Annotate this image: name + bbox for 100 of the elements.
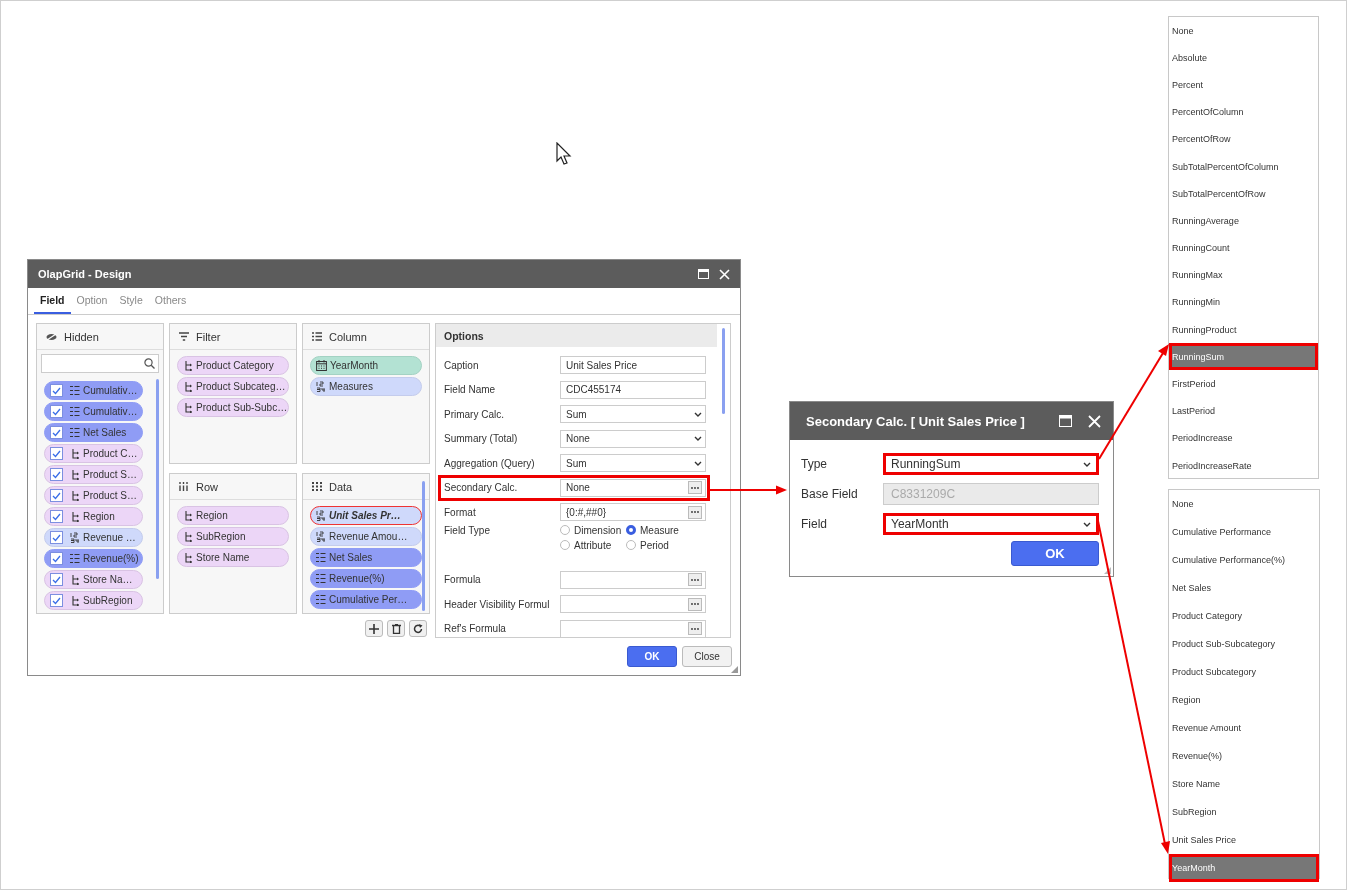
list-item[interactable]: Revenue(%) [1169,742,1319,770]
checkbox[interactable] [50,384,63,397]
field-chip[interactable]: SubRegion [177,527,289,546]
close-button[interactable]: Close [682,646,732,667]
checkbox[interactable] [50,552,63,565]
checkbox[interactable] [50,573,63,586]
list-item[interactable]: Product Category [1169,602,1319,630]
list-item[interactable]: Unit Sales Price [1169,826,1319,854]
field-chip[interactable]: Product S… [44,465,143,484]
radio-option[interactable]: Attribute [560,539,626,551]
picker-field[interactable]: {0:#,##0} [560,503,706,522]
scrollbar[interactable] [156,379,159,579]
checkbox[interactable] [50,531,63,544]
tab[interactable]: Others [148,288,193,314]
list-item[interactable]: Cumulative Performance(%) [1169,546,1319,574]
radio-button[interactable] [626,540,636,550]
field-chip[interactable]: Revenue(%) [310,569,422,588]
radio-button[interactable] [560,540,570,550]
field-chip[interactable]: Store Name [177,548,289,567]
dropdown[interactable]: RunningSum [883,453,1099,475]
close-icon[interactable] [719,268,730,280]
checkbox[interactable] [50,594,63,607]
picker-field[interactable]: None [560,478,706,497]
field-chip[interactable]: Measures [310,377,422,396]
text-field[interactable]: CDC455174 [560,380,706,399]
list-item[interactable]: PercentOfRow [1169,125,1318,153]
field-chip[interactable]: Product Category [177,356,289,375]
list-item[interactable]: FirstPeriod [1169,370,1318,398]
checkbox[interactable] [50,468,63,481]
dropdown[interactable]: Sum [560,405,706,424]
field-chip[interactable]: Revenue … [44,528,143,547]
list-item[interactable]: Percent [1169,71,1318,99]
field-chip[interactable]: Cumulative Per… [310,590,422,609]
tab[interactable]: Option [70,288,114,314]
checkbox[interactable] [50,489,63,502]
list-item[interactable]: Net Sales [1169,574,1319,602]
list-item[interactable]: Absolute [1169,44,1318,72]
list-item[interactable]: RunningCount [1169,234,1318,262]
field-chip[interactable]: Unit Sales Pr… [310,506,422,525]
list-item[interactable]: PercentOfColumn [1169,98,1318,126]
field-chip[interactable]: Cumulativ… [44,381,143,400]
refresh-button[interactable] [409,620,427,637]
field-chip[interactable]: Net Sales [310,548,422,567]
list-item[interactable]: RunningMin [1169,288,1318,317]
search-field[interactable] [41,354,159,373]
list-item[interactable]: RunningMax [1169,261,1318,289]
picker-field[interactable] [560,570,706,589]
list-item[interactable]: SubRegion [1169,798,1319,826]
picker-field[interactable] [560,619,706,637]
list-item[interactable]: Product Sub-Subcategory [1169,630,1319,658]
list-item[interactable]: Product Subcategory [1169,658,1319,686]
list-item[interactable]: Revenue Amount [1169,714,1319,742]
field-chip[interactable]: YearMonth [310,356,422,375]
resize-grip-icon[interactable] [1104,567,1111,574]
list-item[interactable]: None [1169,17,1318,45]
checkbox[interactable] [50,510,63,523]
field-chip[interactable]: Product S… [44,486,143,505]
list-item[interactable]: PeriodIncreaseRate [1169,452,1318,480]
resize-grip-icon[interactable] [731,666,738,673]
field-chip[interactable]: Product C… [44,444,143,463]
field-chip[interactable]: Store Na… [44,570,143,589]
maximize-icon[interactable] [698,269,709,279]
list-item[interactable]: PeriodIncrease [1169,424,1318,452]
text-field[interactable]: Unit Sales Price [560,356,706,375]
field-chip[interactable]: Net Sales [44,423,143,442]
list-item[interactable]: SubTotalPercentOfRow [1169,180,1318,208]
radio-button[interactable] [560,525,570,535]
list-item[interactable]: YearMonth [1169,854,1319,882]
ok-button[interactable]: OK [1011,541,1099,566]
dropdown[interactable]: YearMonth [883,513,1099,535]
list-item[interactable]: RunningProduct [1169,316,1318,344]
radio-option[interactable]: Dimension [560,524,626,536]
delete-button[interactable] [387,620,405,637]
ellipsis-button[interactable] [688,597,702,611]
checkbox[interactable] [50,405,63,418]
ellipsis-button[interactable] [688,505,702,519]
field-chip[interactable]: Region [177,506,289,525]
field-chip[interactable]: Region [44,507,143,526]
radio-button[interactable] [626,525,636,535]
dropdown[interactable]: Sum [560,454,706,473]
list-item[interactable]: RunningAverage [1169,207,1318,235]
tab[interactable]: Field [34,288,71,314]
dropdown[interactable]: None [560,429,706,448]
field-chip[interactable]: Revenue Amou… [310,527,422,546]
add-button[interactable] [365,620,383,637]
list-item[interactable]: Region [1169,686,1319,714]
field-chip[interactable]: Cumulativ… [44,402,143,421]
field-chip[interactable]: SubRegion [44,591,143,610]
checkbox[interactable] [50,426,63,439]
ellipsis-button[interactable] [688,573,702,587]
list-item[interactable]: SubTotalPercentOfColumn [1169,152,1318,181]
list-item[interactable]: RunningSum [1169,343,1318,371]
ellipsis-button[interactable] [688,622,702,636]
field-chip[interactable]: Product Subcateg… [177,377,289,396]
list-item[interactable]: LastPeriod [1169,397,1318,425]
maximize-icon[interactable] [1059,415,1072,427]
field-chip[interactable]: Revenue(%) [44,549,143,568]
radio-option[interactable]: Measure [626,524,706,536]
ok-button[interactable]: OK [627,646,677,667]
ellipsis-button[interactable] [688,481,702,495]
